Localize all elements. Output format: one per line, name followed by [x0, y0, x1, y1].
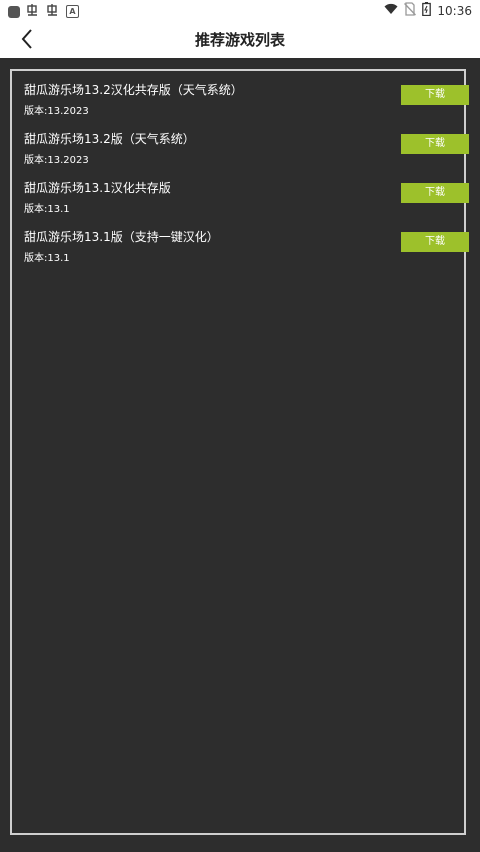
app-header: 推荐游戏列表 — [0, 20, 480, 58]
download-button[interactable]: 下载 — [401, 134, 469, 154]
list-item: 甜瓜游乐场13.1汉化共存版 版本:13.1 下载 — [24, 177, 469, 217]
app-square-icon — [8, 5, 20, 18]
game-version: 版本:13.1 — [24, 253, 70, 264]
game-version: 版本:13.2023 — [24, 155, 89, 166]
game-version: 版本:13.1 — [24, 204, 70, 215]
notification-glyph-icon — [26, 3, 40, 20]
status-time: 10:36 — [437, 3, 472, 18]
list-item: 甜瓜游乐场13.1版（支持一键汉化） 版本:13.1 下载 — [24, 226, 469, 266]
status-bar: A 10:36 — [0, 0, 480, 20]
list-item: 甜瓜游乐场13.2汉化共存版（天气系统） 版本:13.2023 下载 — [24, 79, 469, 119]
page-title: 推荐游戏列表 — [194, 31, 285, 49]
battery-icon — [422, 2, 432, 19]
download-button[interactable]: 下载 — [401, 183, 469, 203]
download-button[interactable]: 下载 — [401, 85, 469, 105]
download-button[interactable]: 下载 — [401, 232, 469, 252]
game-name: 甜瓜游乐场13.2版（天气系统） — [24, 132, 195, 146]
game-name: 甜瓜游乐场13.1版（支持一键汉化） — [24, 230, 219, 244]
game-version: 版本:13.2023 — [24, 106, 89, 117]
a-box-icon: A — [66, 5, 79, 18]
notification-glyph-icon — [46, 3, 60, 20]
list-item: 甜瓜游乐场13.2版（天气系统） 版本:13.2023 下载 — [24, 128, 469, 168]
game-name: 甜瓜游乐场13.1汉化共存版 — [24, 181, 171, 195]
wifi-icon — [384, 3, 398, 18]
status-left-icons: A — [8, 3, 79, 20]
status-right: 10:36 — [384, 2, 472, 19]
game-name: 甜瓜游乐场13.2汉化共存版（天气系统） — [24, 83, 243, 97]
no-sim-icon — [404, 2, 417, 19]
game-list: 甜瓜游乐场13.2汉化共存版（天气系统） 版本:13.2023 下载 甜瓜游乐场… — [10, 69, 469, 835]
